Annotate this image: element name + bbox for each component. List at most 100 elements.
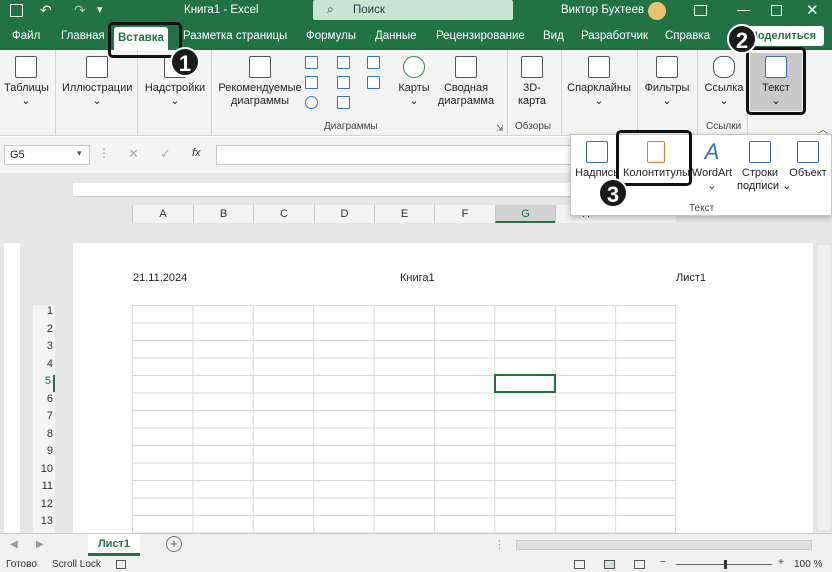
sheet-tab-active[interactable]: Лист1 xyxy=(88,534,140,556)
tab-review[interactable]: Рецензирование xyxy=(432,25,529,47)
highlight-header-footer xyxy=(616,130,692,186)
formula-input[interactable] xyxy=(216,145,572,165)
group-filters xyxy=(638,50,698,136)
search-placeholder: Поиск xyxy=(353,4,385,16)
group-tours xyxy=(508,50,562,136)
tab-home[interactable]: Главная xyxy=(57,25,109,47)
signature-label-1: Строки xyxy=(741,167,779,179)
chevron-down-icon: ⌄ xyxy=(782,180,792,192)
group-tables xyxy=(0,50,56,136)
zoom-level[interactable]: 100 % xyxy=(794,559,822,570)
column-header-selected[interactable]: G xyxy=(495,205,555,223)
minimize-icon[interactable]: — xyxy=(737,2,750,17)
callout-1: 1 xyxy=(170,47,200,77)
column-header[interactable]: C xyxy=(253,205,314,223)
maximize-icon[interactable] xyxy=(771,5,782,16)
highlight-insert-tab xyxy=(108,22,182,58)
tab-view[interactable]: Вид xyxy=(539,25,568,47)
undo-icon[interactable]: ↶ xyxy=(40,2,52,19)
zoom-in-icon[interactable]: + xyxy=(778,557,784,568)
customize-qat-icon[interactable]: ▾ xyxy=(97,3,103,16)
textbox-icon xyxy=(586,141,608,163)
page-layout-view-icon[interactable] xyxy=(604,560,615,569)
tab-file[interactable]: Файл xyxy=(8,25,44,47)
row-header[interactable]: 4 xyxy=(35,358,55,375)
group-links xyxy=(698,50,748,136)
row-header[interactable]: 6 xyxy=(35,393,55,410)
group-illustrations xyxy=(56,50,138,136)
row-header[interactable]: 7 xyxy=(35,410,55,427)
top-ruler xyxy=(73,183,573,197)
header-center[interactable]: Книга1 xyxy=(400,272,435,284)
tab-help[interactable]: Справка xyxy=(661,25,714,47)
chevron-down-icon: ⌄ xyxy=(707,180,717,192)
row-header[interactable]: 10 xyxy=(35,463,55,480)
row-header[interactable]: 11 xyxy=(35,480,55,497)
next-sheet-icon[interactable]: ▶ xyxy=(36,539,44,550)
tab-data[interactable]: Данные xyxy=(371,25,421,47)
object-button[interactable]: Объект xyxy=(785,141,831,180)
callout-2: 2 xyxy=(727,24,757,54)
group-charts xyxy=(212,50,508,136)
prev-sheet-icon[interactable]: ◀ xyxy=(10,539,18,550)
row-header[interactable]: 2 xyxy=(35,323,55,340)
save-icon[interactable] xyxy=(10,4,23,17)
page-break-view-icon[interactable] xyxy=(634,560,645,569)
enter-icon[interactable]: ✓ xyxy=(160,146,171,162)
macro-record-icon[interactable] xyxy=(116,560,126,569)
row-header[interactable]: 9 xyxy=(35,445,55,462)
redo-icon[interactable]: ↷ xyxy=(74,2,86,19)
row-header[interactable]: 13 xyxy=(35,515,55,532)
signature-line-button[interactable]: Строки подписи ⌄ xyxy=(737,141,791,193)
row-header[interactable]: 12 xyxy=(35,498,55,515)
row-header[interactable]: 8 xyxy=(35,428,55,445)
column-header[interactable]: A xyxy=(132,205,193,223)
sheet-tab-bar: ◀ ▶ Лист1 + ⋮ xyxy=(0,533,832,557)
highlight-text-button xyxy=(746,47,806,115)
ribbon: Таблицы ⌄ Иллюстрации ⌄ Надстройки ⌄ Рекоме… xyxy=(0,50,832,136)
object-label: Объект xyxy=(789,167,827,179)
row-header[interactable]: 3 xyxy=(35,340,55,357)
cell-grid[interactable] xyxy=(132,305,676,533)
ribbon-display-icon[interactable] xyxy=(694,5,707,16)
column-header[interactable]: F xyxy=(434,205,495,223)
status-bar: Готово Scroll Lock − + 100 % xyxy=(0,557,832,572)
window-title: Книга1 - Excel xyxy=(184,4,259,16)
group-sparklines xyxy=(562,50,638,136)
cancel-icon[interactable]: ✕ xyxy=(128,146,139,162)
wordart-button[interactable]: A WordArt ⌄ xyxy=(691,141,733,193)
signature-label-2: подписи xyxy=(737,180,779,192)
horizontal-scrollbar[interactable] xyxy=(516,540,812,550)
selected-cell[interactable] xyxy=(494,374,556,393)
vertical-scrollbar[interactable] xyxy=(818,245,830,530)
normal-view-icon[interactable] xyxy=(574,560,585,569)
name-box-value: G5 xyxy=(10,149,25,161)
close-icon[interactable]: ✕ xyxy=(806,1,819,19)
tab-formulas[interactable]: Формулы xyxy=(302,25,360,47)
avatar[interactable] xyxy=(648,2,666,20)
add-sheet-icon[interactable]: + xyxy=(166,536,182,552)
zoom-out-icon[interactable]: − xyxy=(660,557,666,568)
callout-3: 3 xyxy=(598,178,628,208)
header-right[interactable]: Лист1 xyxy=(676,272,706,284)
user-name[interactable]: Виктор Бухтеев xyxy=(561,4,644,16)
zoom-slider-thumb[interactable] xyxy=(724,560,727,569)
tab-developer[interactable]: Разработчик xyxy=(577,25,652,47)
column-header[interactable]: D xyxy=(314,205,374,223)
wordart-label: WordArt xyxy=(691,167,733,179)
tab-page-layout[interactable]: Разметка страницы xyxy=(179,25,291,47)
more-icon: ⋮ xyxy=(494,539,505,551)
search-box[interactable]: ⌕ Поиск xyxy=(313,0,513,20)
row-header-selected[interactable]: 5 xyxy=(35,375,55,392)
column-header[interactable]: E xyxy=(374,205,434,223)
row-header[interactable]: 1 xyxy=(35,305,55,322)
header-left[interactable]: 21.11.2024 xyxy=(133,272,187,284)
textbox-button[interactable]: Надпись xyxy=(575,141,619,180)
insert-function-button[interactable]: fx xyxy=(192,147,201,159)
text-group-label: Текст xyxy=(689,203,715,214)
name-box[interactable]: G5 ▾ xyxy=(4,145,90,165)
column-header[interactable]: B xyxy=(193,205,253,223)
signature-icon xyxy=(749,141,771,163)
chevron-down-icon: ▾ xyxy=(77,148,82,158)
object-icon xyxy=(797,141,819,163)
